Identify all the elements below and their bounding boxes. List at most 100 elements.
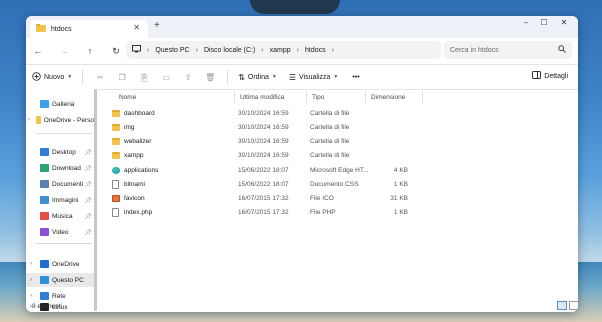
- back-button[interactable]: ←: [28, 46, 48, 56]
- maximize-button[interactable]: ☐: [534, 18, 554, 27]
- file-row[interactable]: img 30/10/2024 16:59 Cartella di file: [108, 121, 408, 135]
- file-type: Documento CSS: [310, 181, 359, 188]
- breadcrumb-separator: ›: [195, 46, 198, 54]
- chevron-right-icon[interactable]: ›: [26, 261, 36, 267]
- folder-icon: [112, 124, 120, 131]
- sidebar-item-documenti[interactable]: Documenti 📌︎: [26, 177, 94, 191]
- breadcrumb-htdocs[interactable]: htdocs: [305, 47, 326, 54]
- sidebar-item-label: Documenti: [52, 180, 84, 188]
- file-row[interactable]: favicon 16/07/2015 17:32 File ICO 31 KB: [108, 192, 408, 206]
- file-row[interactable]: index.php 16/07/2015 17:32 File PHP 1 KB: [108, 206, 408, 220]
- details-pane-icon: [532, 71, 542, 81]
- sort-button[interactable]: ⇅ Ordina ▼: [238, 73, 277, 82]
- breadcrumb-separator: ›: [296, 46, 299, 54]
- file-row[interactable]: xampp 30/10/2024 16:59 Cartella di file: [108, 149, 408, 163]
- file-date: 30/10/2024 16:59: [238, 110, 289, 117]
- chevron-down-icon: ▼: [271, 74, 277, 80]
- sidebar-item-onedrive[interactable]: › OneDrive: [26, 257, 94, 271]
- file-type: File ICO: [310, 195, 334, 202]
- delete-icon[interactable]: 🗑︎: [203, 73, 217, 82]
- new-button[interactable]: Nuovo ▼: [32, 71, 72, 83]
- file-row[interactable]: bitnami 15/06/2022 18:07 Documento CSS 1…: [108, 178, 408, 192]
- sidebar-item-download[interactable]: Download 📌︎: [26, 161, 94, 175]
- sidebar-item-questo-pc[interactable]: › Questo PC: [26, 273, 94, 287]
- chevron-right-icon[interactable]: ›: [26, 117, 32, 123]
- search-icon: [558, 45, 566, 55]
- column-divider[interactable]: [422, 91, 423, 103]
- cut-icon[interactable]: ✂: [93, 73, 107, 82]
- file-name: index.php: [124, 209, 153, 216]
- column-divider[interactable]: [365, 91, 366, 103]
- sidebar-item-immagini[interactable]: Immagini 📌︎: [26, 193, 94, 207]
- breadcrumb-xampp[interactable]: xampp: [270, 47, 291, 54]
- details-button[interactable]: Dettagli: [532, 71, 568, 81]
- column-header-name[interactable]: Nome: [119, 89, 136, 105]
- minimize-button[interactable]: –: [516, 18, 536, 27]
- copy-icon[interactable]: ❐: [115, 73, 129, 82]
- view-button-label: Visualizza: [299, 73, 331, 81]
- tab-htdocs[interactable]: htdocs ✕: [30, 20, 148, 38]
- chevron-right-icon[interactable]: ›: [26, 277, 36, 283]
- column-header-date[interactable]: Ultima modifica: [240, 89, 284, 105]
- sidebar-item-label: Rete: [52, 292, 66, 300]
- file-name: bitnami: [124, 181, 145, 188]
- sidebar-item-galleria[interactable]: Galleria: [26, 97, 94, 111]
- video-icon: [40, 228, 49, 236]
- column-header-type[interactable]: Tipo: [312, 89, 324, 105]
- details-view-button[interactable]: [557, 301, 567, 310]
- toolbar-separator: [82, 70, 84, 84]
- breadcrumb-questo-pc[interactable]: Questo PC: [155, 47, 189, 54]
- sidebar-item-label: OneDrive: [52, 260, 80, 268]
- documents-icon: [40, 180, 49, 188]
- column-header-size[interactable]: Dimensione: [371, 89, 405, 105]
- refresh-button[interactable]: ↻: [106, 46, 126, 57]
- sidebar-item-label: OneDrive - Perso: [43, 116, 94, 124]
- search-box[interactable]: Cerca in htdocs: [444, 41, 572, 59]
- file-row[interactable]: webalizer 30/10/2024 16:59 Cartella di f…: [108, 135, 408, 149]
- more-options-button[interactable]: •••: [352, 74, 359, 81]
- sidebar-item-label: Questo PC: [52, 276, 84, 284]
- file-name: favicon: [124, 195, 145, 202]
- breadcrumb-disco-locale[interactable]: Disco locale (C:): [204, 47, 255, 54]
- file-row[interactable]: applications 15/06/2022 18:07 Microsoft …: [108, 164, 408, 178]
- file-name: dashboard: [124, 110, 155, 117]
- pin-icon: 📌︎: [84, 165, 92, 172]
- paste-icon[interactable]: 📋︎: [137, 73, 151, 82]
- tiles-view-button[interactable]: [569, 301, 578, 310]
- file-date: 30/10/2024 16:59: [238, 124, 289, 131]
- pc-icon: [132, 45, 141, 55]
- pin-icon: 📌︎: [84, 149, 92, 156]
- sidebar-item-musica[interactable]: Musica 📌︎: [26, 209, 94, 223]
- file-date: 30/10/2024 16:59: [238, 152, 289, 159]
- address-bar[interactable]: › Questo PC › Disco locale (C:) › xampp …: [126, 41, 441, 59]
- pin-icon: 📌︎: [84, 229, 92, 236]
- tab-close-icon[interactable]: ✕: [133, 23, 140, 32]
- file-row[interactable]: dashboard 30/10/2024 16:59 Cartella di f…: [108, 107, 408, 121]
- sidebar-item-video[interactable]: Video 📌︎: [26, 225, 94, 239]
- new-tab-button[interactable]: +: [154, 20, 160, 31]
- close-button[interactable]: ✕: [554, 18, 574, 27]
- forward-button[interactable]: →: [54, 46, 74, 56]
- sidebar-item-label: Galleria: [52, 100, 75, 108]
- sidebar-item-label: Immagini: [52, 196, 79, 204]
- file-size: 1 KB: [393, 181, 408, 188]
- view-button[interactable]: ☰ Visualizza ▼: [289, 73, 339, 82]
- edge-html-icon: [112, 167, 120, 174]
- sidebar-item-onedrive-personal[interactable]: › OneDrive - Perso: [26, 113, 94, 127]
- rename-icon[interactable]: ▭: [159, 73, 173, 82]
- sidebar-scrollbar[interactable]: [94, 89, 97, 311]
- sort-icon: ⇅: [238, 72, 245, 82]
- desktop-icon: [40, 148, 49, 156]
- share-icon[interactable]: ⇪: [181, 73, 195, 82]
- column-divider[interactable]: [234, 91, 235, 103]
- column-divider[interactable]: [306, 91, 307, 103]
- file-size: 31 KB: [390, 195, 408, 202]
- background-rock: [250, 0, 340, 14]
- chevron-right-icon[interactable]: ›: [26, 293, 36, 299]
- up-button[interactable]: ↑: [80, 46, 100, 56]
- file-name: webalizer: [124, 138, 152, 145]
- sidebar-item-desktop[interactable]: Desktop 📌︎: [26, 145, 94, 159]
- status-bar: 8 elementi: [26, 300, 578, 312]
- navigation-pane: Galleria › OneDrive - Perso Desktop 📌︎ D…: [26, 89, 98, 311]
- search-input[interactable]: Cerca in htdocs: [450, 47, 499, 54]
